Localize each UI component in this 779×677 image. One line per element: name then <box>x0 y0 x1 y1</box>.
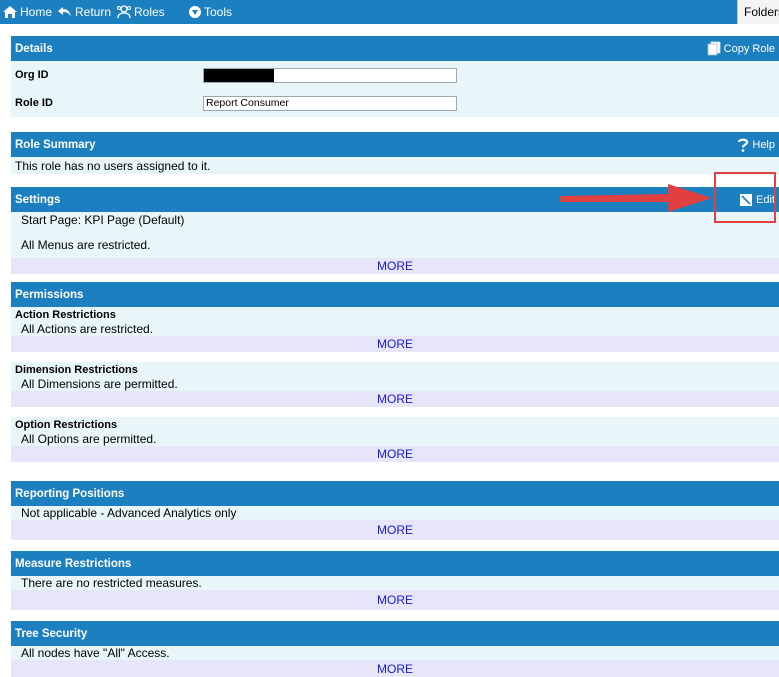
reporting-positions-more-link[interactable]: MORE <box>11 520 779 540</box>
top-toolbar: Home Return Roles Tools Folders <box>0 0 779 24</box>
folders-tab[interactable]: Folders <box>737 0 779 24</box>
settings-title: Settings <box>15 193 61 206</box>
measure-restrictions-title: Measure Restrictions <box>15 557 132 570</box>
reporting-positions-header: Reporting Positions <box>11 481 779 506</box>
org-id-field[interactable] <box>203 67 457 83</box>
tools-icon <box>189 6 201 18</box>
role-id-value: Report Consumer <box>206 96 289 109</box>
reporting-positions-text: Not applicable - Advanced Analytics only <box>21 506 237 520</box>
roles-label: Roles <box>134 5 165 19</box>
tree-security-text: All nodes have "All" Access. <box>21 646 170 660</box>
tools-label: Tools <box>204 5 233 19</box>
role-id-label: Role ID <box>15 97 53 109</box>
home-button[interactable]: Home <box>2 0 52 24</box>
details-header: Details Copy Role <box>11 36 779 61</box>
reporting-positions-panel: Reporting Positions Not applicable - Adv… <box>11 481 779 540</box>
details-body: Org ID Role ID Report Consumer <box>11 61 779 117</box>
dimension-restrictions-body: Dimension Restrictions All Dimensions ar… <box>11 362 779 391</box>
dimension-restrictions-title: Dimension Restrictions <box>15 364 138 376</box>
return-arrow-icon <box>58 7 71 17</box>
home-icon <box>3 6 17 18</box>
dimension-more-link[interactable]: MORE <box>11 391 779 407</box>
permissions-header: Permissions <box>11 282 779 307</box>
return-button[interactable]: Return <box>57 0 111 24</box>
org-id-row: Org ID <box>11 61 779 89</box>
option-more-link[interactable]: MORE <box>11 446 779 462</box>
redacted-value <box>204 68 274 82</box>
measure-restrictions-more-link[interactable]: MORE <box>11 590 779 610</box>
copy-icon <box>707 41 721 56</box>
settings-more-link[interactable]: MORE <box>11 258 779 274</box>
home-label: Home <box>20 5 53 19</box>
option-restrictions-title: Option Restrictions <box>15 419 118 431</box>
help-label: Help <box>752 138 775 151</box>
action-restrictions-title: Action Restrictions <box>15 309 116 321</box>
tree-security-header: Tree Security <box>11 621 779 646</box>
role-id-field[interactable]: Report Consumer <box>203 95 457 111</box>
tools-button[interactable]: Tools <box>188 0 232 24</box>
measure-restrictions-panel: Measure Restrictions There are no restri… <box>11 551 779 610</box>
folders-label: Folders <box>744 5 779 19</box>
menus-text: All Menus are restricted. <box>21 238 151 252</box>
edit-highlight-box <box>714 172 776 223</box>
reporting-positions-title: Reporting Positions <box>15 487 125 500</box>
help-button[interactable]: Help <box>737 132 775 157</box>
tree-security-more-link[interactable]: MORE <box>11 660 779 677</box>
measure-restrictions-text: There are no restricted measures. <box>21 576 202 590</box>
tree-security-panel: Tree Security All nodes have "All" Acces… <box>11 621 779 677</box>
tree-security-body: All nodes have "All" Access. <box>11 646 779 660</box>
role-summary-body: This role has no users assigned to it. <box>11 157 779 174</box>
details-panel: Details Copy Role Org ID Role ID Report … <box>11 36 779 117</box>
copy-role-label: Copy Role <box>723 42 775 55</box>
copy-role-button[interactable]: Copy Role <box>707 36 775 61</box>
measure-restrictions-body: There are no restricted measures. <box>11 576 779 590</box>
details-title: Details <box>15 42 53 55</box>
settings-body: Start Page: KPI Page (Default) All Menus… <box>11 212 779 258</box>
return-label: Return <box>75 5 112 19</box>
annotation-arrow <box>560 184 712 212</box>
permissions-panel: Permissions Action Restrictions All Acti… <box>11 282 779 462</box>
option-restrictions-body: Option Restrictions All Options are perm… <box>11 417 779 446</box>
question-mark-icon <box>738 138 749 152</box>
role-summary-header: Role Summary Help <box>11 132 779 157</box>
action-restrictions-body: Action Restrictions All Actions are rest… <box>11 307 779 336</box>
roles-button[interactable]: Roles <box>116 0 165 24</box>
dimension-restrictions-text: All Dimensions are permitted. <box>21 377 178 391</box>
role-summary-title: Role Summary <box>15 138 96 151</box>
org-id-label: Org ID <box>15 69 49 81</box>
measure-restrictions-header: Measure Restrictions <box>11 551 779 576</box>
reporting-positions-body: Not applicable - Advanced Analytics only <box>11 506 779 520</box>
option-restrictions-text: All Options are permitted. <box>21 432 157 446</box>
role-summary-text: This role has no users assigned to it. <box>15 158 211 173</box>
role-id-row: Role ID Report Consumer <box>11 89 779 117</box>
action-restrictions-text: All Actions are restricted. <box>21 322 154 336</box>
permissions-title: Permissions <box>15 288 84 301</box>
action-more-link[interactable]: MORE <box>11 336 779 352</box>
tree-security-title: Tree Security <box>15 627 88 640</box>
roles-icon <box>117 5 131 19</box>
role-summary-panel: Role Summary Help This role has no users… <box>11 132 779 174</box>
